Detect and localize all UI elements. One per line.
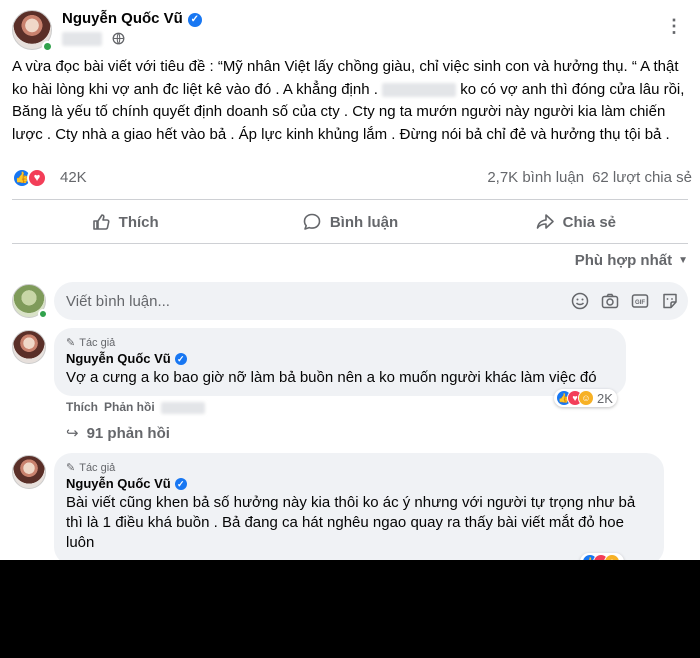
divider-top	[12, 199, 688, 200]
comment-input[interactable]	[66, 282, 546, 320]
sort-label: Phù hợp nhất	[574, 252, 673, 269]
comments-count[interactable]: 2,7K bình luận	[487, 169, 584, 186]
post-header: Nguyễn Quốc Vũ ✓ ⋮	[12, 8, 692, 54]
verified-badge-icon: ✓	[187, 13, 202, 27]
thumbs-up-icon	[92, 214, 110, 230]
composer-tools: GIF	[570, 291, 680, 311]
comment-bubble: ✎ Tác giả Nguyễn Quốc Vũ ✓ Bài viết cũng k…	[54, 453, 664, 560]
comment-author-row[interactable]: Nguyễn Quốc Vũ ✓	[66, 476, 652, 491]
comment-author-row[interactable]: Nguyễn Quốc Vũ ✓	[66, 351, 614, 366]
comment-actions: Thích Phản hồi	[66, 400, 211, 414]
comment-reply-button[interactable]: Phản hồi	[104, 400, 155, 414]
shares-count[interactable]: 62 lượt chia sẻ	[592, 169, 692, 186]
view-replies-link[interactable]: ↪ 91 phản hồi	[66, 424, 170, 442]
comment-bubble: ✎ Tác giả Nguyễn Quốc Vũ ✓ Vợ a cưng a ko …	[54, 328, 626, 396]
author-tag: ✎ Tác giả	[66, 336, 614, 349]
share-label: Chia sẻ	[562, 213, 616, 231]
author-tag-label: Tác giả	[79, 337, 116, 349]
pen-icon: ✎	[66, 462, 76, 474]
author-tag-label: Tác giả	[79, 462, 116, 474]
comment-composer: GIF	[54, 282, 688, 320]
replies-count: 91 phản hồi	[86, 425, 170, 442]
comment-text: Bài viết cũng khen bả số hưởng này kia t…	[66, 494, 636, 551]
author-tag: ✎ Tác giả	[66, 461, 652, 474]
blurred-timestamp	[62, 31, 102, 46]
online-status-dot	[42, 41, 53, 52]
share-button[interactable]: Chia sẻ	[463, 204, 688, 240]
reaction-summary: 👍 ♥ 42K 2,7K bình luận 62 lượt chia sẻ	[12, 166, 692, 192]
author-name[interactable]: Nguyễn Quốc Vũ	[62, 10, 183, 27]
verified-badge-icon: ✓	[174, 353, 187, 365]
comment-author-name[interactable]: Nguyễn Quốc Vũ	[66, 351, 171, 366]
comment-label: Bình luận	[329, 213, 399, 231]
like-label: Thích	[118, 213, 159, 231]
pen-icon: ✎	[66, 337, 76, 349]
comment-share-counts: 2,7K bình luận 62 lượt chia sẻ	[487, 169, 692, 186]
black-bar	[0, 560, 700, 658]
more-options-icon[interactable]: ⋮	[662, 16, 686, 40]
svg-text:GIF: GIF	[635, 300, 645, 306]
emoji-icon[interactable]	[570, 291, 590, 311]
caret-down-icon: ▼	[678, 255, 688, 266]
post-body: A vừa đọc bài viết với tiêu đề : “Mỹ nhâ…	[12, 56, 692, 146]
verified-badge-icon: ✓	[174, 478, 187, 490]
comment-author-avatar[interactable]	[12, 330, 46, 364]
haha-reaction-icon: ☺	[578, 390, 594, 406]
facebook-post-card: Nguyễn Quốc Vũ ✓ ⋮ A vừa đọc bài viết với…	[0, 0, 700, 560]
post-action-bar: Thích Bình luận Chia sẻ	[12, 204, 688, 240]
love-reaction-icon: ♥	[27, 168, 47, 188]
comment-bubble-icon	[303, 213, 321, 230]
reactions-count[interactable]: 42K	[60, 169, 87, 186]
reaction-icons[interactable]: 👍 ♥	[12, 168, 47, 188]
comment-like-button[interactable]: Thích	[66, 400, 98, 414]
blurred-name	[382, 82, 457, 97]
comment-reaction-count: 2K	[597, 390, 613, 406]
reply-arrow-icon: ↪	[66, 425, 79, 442]
author-name-row[interactable]: Nguyễn Quốc Vũ ✓	[62, 10, 202, 27]
comment-reactions[interactable]: 👍♥☺	[580, 553, 624, 560]
blurred-timestamp	[160, 401, 205, 414]
post-meta	[62, 30, 125, 46]
comment-reactions[interactable]: 👍 ♥ ☺ 2K	[554, 389, 617, 407]
sticker-icon[interactable]	[660, 291, 680, 311]
comment-author-name[interactable]: Nguyễn Quốc Vũ	[66, 476, 171, 491]
comment-author-avatar[interactable]	[12, 455, 46, 489]
comment-sort-dropdown[interactable]: Phù hợp nhất ▼	[575, 252, 688, 269]
comment-text: Vợ a cưng a ko bao giờ nỡ làm bả buồn nê…	[66, 369, 597, 386]
gif-icon[interactable]: GIF	[630, 291, 650, 311]
camera-icon[interactable]	[600, 291, 620, 311]
comment-button[interactable]: Bình luận	[237, 204, 462, 240]
divider-bottom	[12, 243, 688, 244]
like-button[interactable]: Thích	[12, 204, 237, 240]
share-arrow-icon	[536, 214, 554, 229]
globe-icon	[112, 32, 125, 45]
current-user-online-dot	[38, 309, 48, 319]
